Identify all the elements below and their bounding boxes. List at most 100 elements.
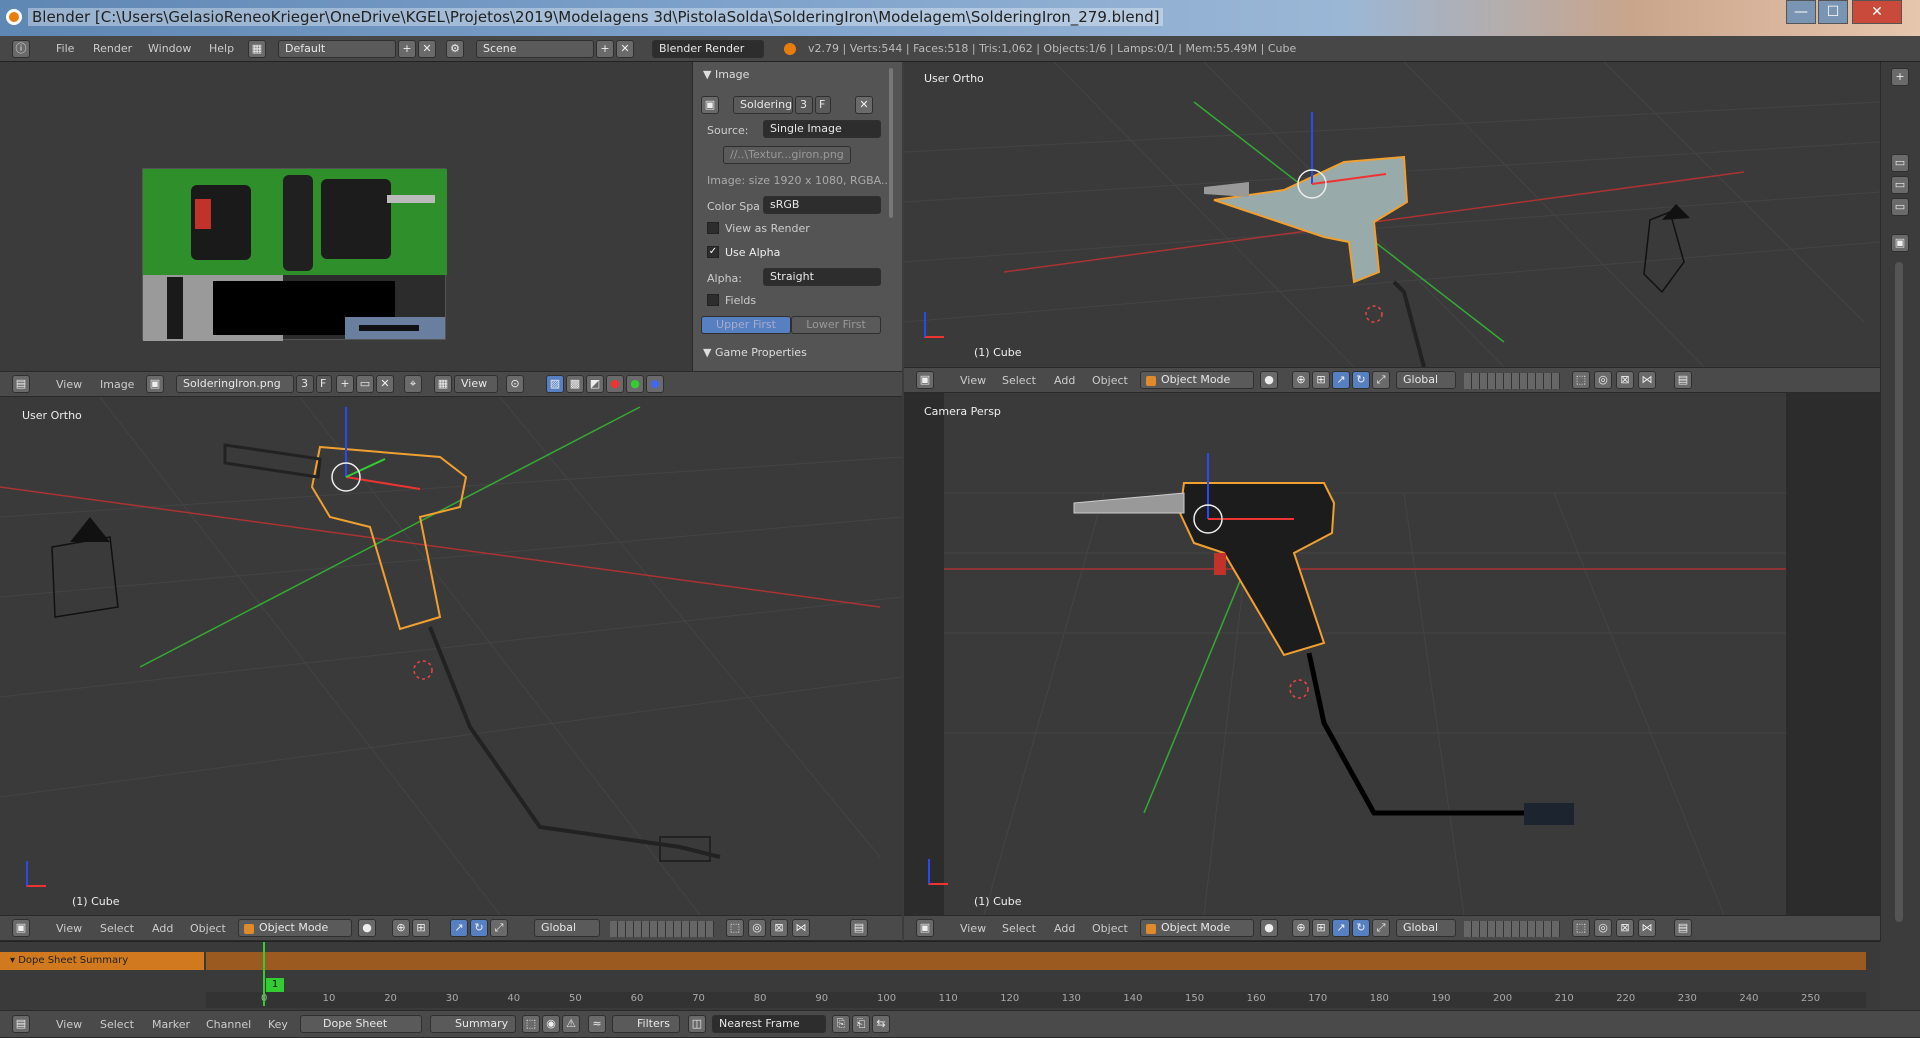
view3d-tr-menu-view[interactable]: View [960, 374, 986, 387]
menu-window[interactable]: Window [148, 42, 191, 55]
filepath-field[interactable]: //..\Textur...giron.png [723, 146, 851, 164]
image-browse-header-icon[interactable]: ▣ [146, 375, 164, 393]
source-select[interactable]: Single Image [763, 120, 881, 138]
view3d-br-mode-select[interactable]: Object Mode [1140, 919, 1254, 937]
view-mode-select[interactable]: View [454, 375, 498, 393]
tool-icon-3[interactable]: ▭ [1891, 198, 1909, 216]
remove-layout-button[interactable]: ✕ [418, 40, 436, 58]
view3d-bl-manip-icon[interactable]: ⊞ [412, 919, 430, 937]
view3d-br-scale-icon[interactable]: ⤢ [1372, 919, 1390, 937]
image-fake-field[interactable]: F [316, 375, 332, 393]
image-menu-image[interactable]: Image [100, 378, 134, 391]
only-selected-icon[interactable]: ⬚ [522, 1015, 540, 1033]
channels-alpha-icon[interactable]: ▩ [566, 375, 584, 393]
image-fake-user[interactable]: F [815, 96, 831, 114]
menu-file[interactable]: File [56, 42, 74, 55]
view3d-bl-layers[interactable] [610, 921, 714, 937]
editor-type-icon[interactable]: ⓘ [12, 40, 30, 58]
view3d-br-menu-object[interactable]: Object [1092, 922, 1128, 935]
view3d-bl-scale-icon[interactable]: ⤢ [490, 919, 508, 937]
image-editor-area[interactable] [0, 62, 692, 371]
minimize-button[interactable]: — [1786, 0, 1816, 24]
image-unlink-header-button[interactable]: ✕ [376, 375, 394, 393]
use-alpha-checkbox[interactable]: ✓ [707, 246, 719, 258]
view3d-tr-mode-select[interactable]: Object Mode [1140, 371, 1254, 389]
viewport-bottom-left[interactable]: User Ortho (1) Cube [0, 397, 902, 915]
view3d-br-menu-add[interactable]: Add [1054, 922, 1075, 935]
view3d-tr-orientation-select[interactable]: Global [1396, 371, 1456, 389]
timeline-ruler[interactable]: 0102030405060708090100110120130140150160… [206, 992, 1866, 1008]
show-hidden-icon[interactable]: ◉ [542, 1015, 560, 1033]
dopesheet-type-icon[interactable]: ▤ [12, 1015, 30, 1033]
view3d-br-proportional-icon[interactable]: ◎ [1594, 919, 1612, 937]
view3d-bl-type-icon[interactable]: ▣ [12, 919, 30, 937]
tool-icon-2[interactable]: ▭ [1891, 176, 1909, 194]
view3d-tr-lock-icon[interactable]: ⬚ [1572, 371, 1590, 389]
image-menu-view[interactable]: View [56, 378, 82, 391]
view3d-br-rotate-icon[interactable]: ↻ [1352, 919, 1370, 937]
view3d-tr-snap-target-icon[interactable]: ⋈ [1638, 371, 1656, 389]
copy-keys-icon[interactable]: ⎘ [832, 1015, 850, 1033]
properties-toggle-icon[interactable]: + [1891, 68, 1909, 86]
dopesheet-menu-marker[interactable]: Marker [152, 1018, 190, 1031]
view3d-tr-pivot-icon[interactable]: ⊕ [1292, 371, 1310, 389]
dopesheet-menu-select[interactable]: Select [100, 1018, 134, 1031]
colorspace-select[interactable]: sRGB [763, 196, 881, 214]
view3d-bl-menu-object[interactable]: Object [190, 922, 226, 935]
viewport-bottom-right[interactable]: Camera Persp (1) Cube [904, 393, 1880, 915]
view3d-tr-shading-icon[interactable]: ● [1260, 371, 1278, 389]
image-users-count[interactable]: 3 [795, 96, 813, 114]
lower-first-toggle[interactable]: Lower First [791, 316, 881, 334]
image-editor-type-icon[interactable]: ▤ [12, 375, 30, 393]
add-layout-button[interactable]: + [398, 40, 416, 58]
view3d-bl-menu-view[interactable]: View [56, 922, 82, 935]
view3d-br-type-icon[interactable]: ▣ [916, 919, 934, 937]
viewport-top-right[interactable]: User Ortho (1) Cube [904, 62, 1880, 367]
remove-scene-button[interactable]: ✕ [616, 40, 634, 58]
image-pin-button[interactable]: ⌖ [404, 375, 422, 393]
dopesheet-area[interactable]: ▾ Dope Sheet Summary 0102030405060708090… [0, 941, 1880, 1010]
alpha-select[interactable]: Straight [763, 268, 881, 286]
channels-rgba-icon[interactable]: ▨ [546, 375, 564, 393]
image-users-field[interactable]: 3 [296, 375, 314, 393]
dopesheet-mode-select[interactable]: Dope Sheet [300, 1015, 422, 1033]
menu-render[interactable]: Render [93, 42, 132, 55]
view-mode-icon[interactable]: ▦ [434, 375, 452, 393]
view3d-br-translate-icon[interactable]: ↗ [1332, 919, 1350, 937]
view3d-bl-orientation-select[interactable]: Global [534, 919, 600, 937]
view3d-tr-menu-add[interactable]: Add [1054, 374, 1075, 387]
image-name-field[interactable]: SolderingIron.png [176, 375, 294, 393]
view3d-br-snap-target-icon[interactable]: ⋈ [1638, 919, 1656, 937]
image-datablock-field[interactable]: SolderingIr [733, 96, 793, 114]
view3d-br-lock-icon[interactable]: ⬚ [1572, 919, 1590, 937]
auto-snap-select[interactable]: Nearest Frame [712, 1015, 826, 1033]
upper-first-toggle[interactable]: Upper First [701, 316, 791, 334]
view3d-tr-layers[interactable] [1464, 373, 1560, 389]
menu-help[interactable]: Help [209, 42, 234, 55]
dopesheet-summary-channel[interactable]: ▾ Dope Sheet Summary [0, 952, 204, 970]
view3d-bl-menu-add[interactable]: Add [152, 922, 173, 935]
current-frame-cursor[interactable] [263, 942, 265, 1006]
image-panel-header[interactable]: ▼ Image [703, 68, 749, 81]
screen-layout-icon[interactable]: ▦ [248, 40, 266, 58]
paste-keys-icon[interactable]: ⎗ [852, 1015, 870, 1033]
add-scene-button[interactable]: + [596, 40, 614, 58]
view3d-br-shading-icon[interactable]: ● [1260, 919, 1278, 937]
view3d-tr-rotate-icon[interactable]: ↻ [1352, 371, 1370, 389]
render-engine-select[interactable]: Blender Render [652, 40, 764, 58]
game-properties-header[interactable]: ▼ Game Properties [703, 346, 807, 359]
view3d-bl-menu-select[interactable]: Select [100, 922, 134, 935]
dopesheet-menu-channel[interactable]: Channel [206, 1018, 251, 1031]
tool-icon-1[interactable]: ▭ [1891, 154, 1909, 172]
view3d-tr-render-icon[interactable]: ▤ [1674, 371, 1692, 389]
channels-z-icon[interactable]: ◩ [586, 375, 604, 393]
maximize-button[interactable]: ☐ [1818, 0, 1848, 24]
view3d-bl-mode-select[interactable]: Object Mode [238, 919, 352, 937]
view3d-br-menu-view[interactable]: View [960, 922, 986, 935]
view3d-bl-lock-icon[interactable]: ⬚ [726, 919, 744, 937]
view3d-br-menu-select[interactable]: Select [1002, 922, 1036, 935]
view3d-tr-menu-object[interactable]: Object [1092, 374, 1128, 387]
view3d-tr-type-icon[interactable]: ▣ [916, 371, 934, 389]
image-new-button[interactable]: + [336, 375, 354, 393]
image-unlink-button[interactable]: ✕ [855, 96, 873, 114]
